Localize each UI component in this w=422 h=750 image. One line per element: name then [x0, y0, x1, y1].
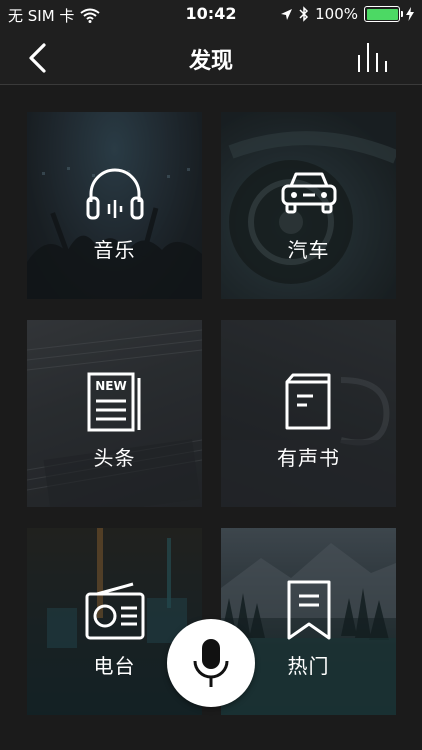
newspaper-icon: NEW: [87, 372, 140, 432]
category-tile-news[interactable]: NEW 头条: [27, 320, 202, 507]
category-label: 头条: [93, 446, 136, 470]
category-tile-music[interactable]: 音乐: [27, 112, 202, 299]
category-label: 汽车: [287, 238, 330, 262]
voice-search-button[interactable]: [167, 619, 255, 707]
status-bar: 无 SIM 卡 10:42 100%: [0, 0, 422, 30]
radio-icon: [85, 582, 144, 640]
battery-fill: [366, 8, 398, 20]
equalizer-icon[interactable]: [356, 41, 388, 73]
bookmark-icon: [287, 580, 330, 640]
category-tile-audiobook[interactable]: 有声书: [221, 320, 396, 507]
book-icon: [285, 373, 330, 430]
microphone-icon: [193, 639, 229, 687]
category-label: 音乐: [93, 238, 136, 262]
status-right: 100%: [280, 5, 414, 23]
battery-icon: [364, 6, 403, 22]
category-label: 有声书: [277, 446, 340, 470]
bluetooth-icon: [299, 6, 309, 22]
car-icon: [281, 172, 336, 214]
battery-percent: 100%: [315, 5, 358, 23]
category-tile-car[interactable]: 汽车: [221, 112, 396, 299]
nav-bar: 发现: [0, 30, 422, 85]
headphones-icon: [86, 168, 143, 220]
location-arrow-icon: [281, 8, 293, 20]
charging-bolt-icon: [406, 7, 414, 21]
news-icon-text: NEW: [95, 379, 126, 393]
